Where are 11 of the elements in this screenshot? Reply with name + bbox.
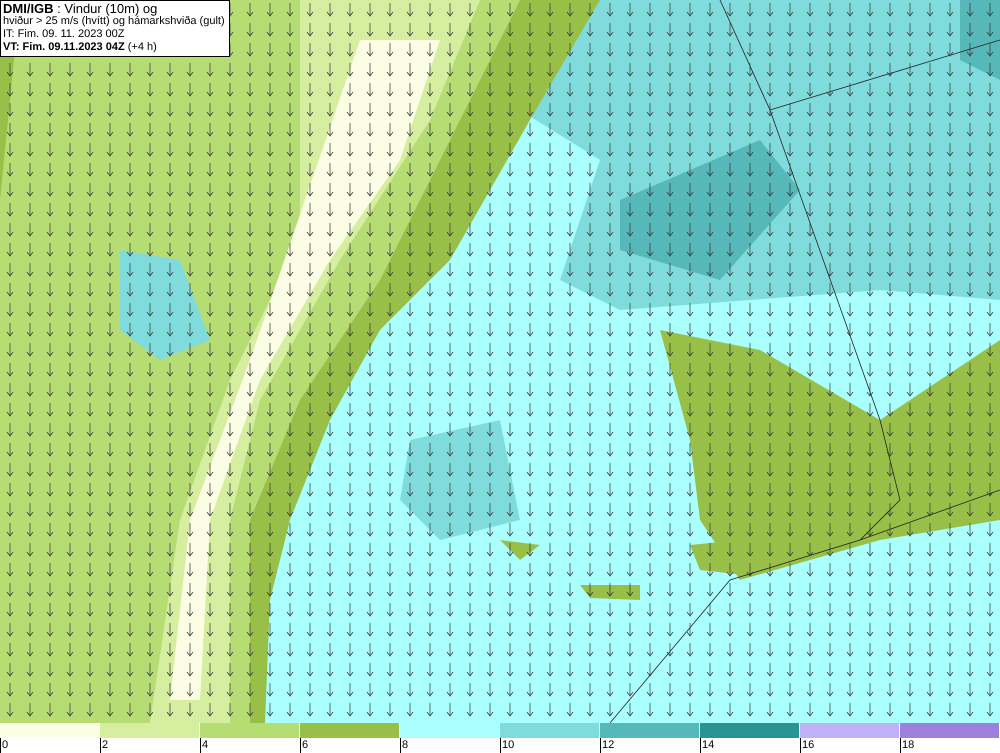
legend-tick-label: 4: [200, 738, 300, 753]
legend-tick-label: 8: [400, 738, 500, 753]
map-caption: DMI/IGB : Vindur (10m) og hviður > 25 m/s (hvítt) og hámarkshviða (gult) IT: Fim. 09. 11. 2023 00Z VT: Fim. 09.11.2023 04Z (+4 h): [0, 0, 230, 57]
legend-tick-label: 2: [100, 738, 200, 753]
legend-tick-label: 18: [900, 738, 1000, 753]
legend-tick-label: 14: [700, 738, 800, 753]
legend-tick-label: 12: [600, 738, 700, 753]
legend-tick-label: 6: [300, 738, 400, 753]
legend-tick-label: 0: [0, 738, 100, 753]
legend-tick-label: 10: [500, 738, 600, 753]
legend-tick-label: 16: [800, 738, 900, 753]
